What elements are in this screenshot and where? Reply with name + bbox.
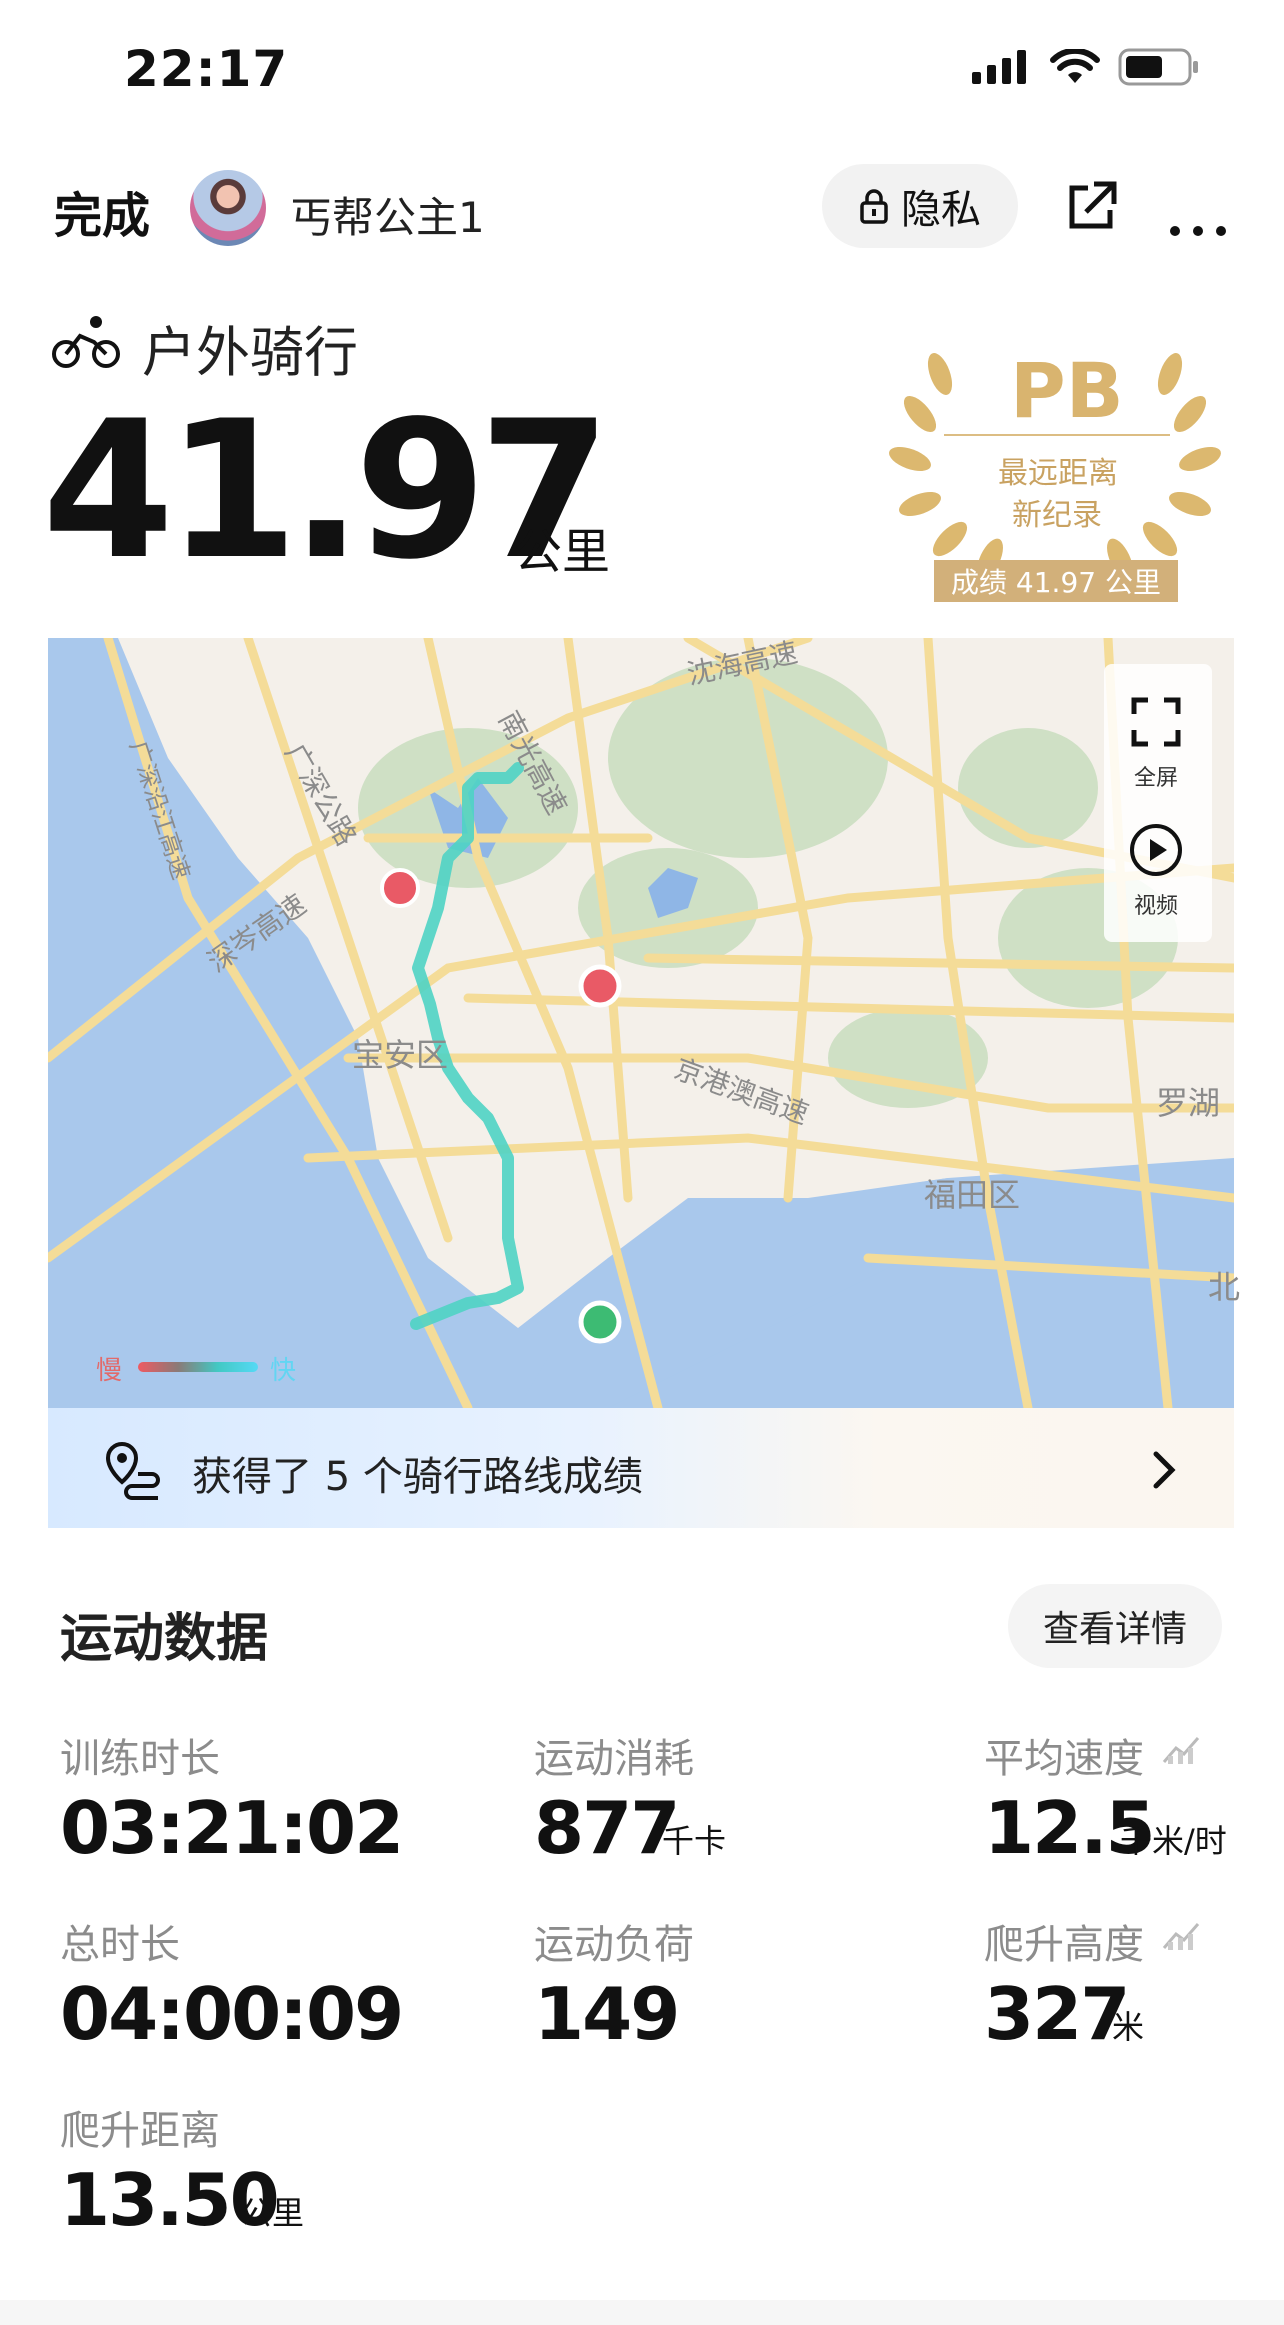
load-value: 149: [534, 1972, 680, 2056]
bike-icon: [52, 316, 120, 368]
lock-icon: [860, 189, 888, 224]
training-time-label: 训练时长: [60, 1736, 220, 1782]
play-video-icon[interactable]: [1128, 822, 1184, 878]
route-pin-icon: [105, 1441, 160, 1500]
fullscreen-label[interactable]: 全屏: [1134, 760, 1178, 792]
pb-record-label: 新纪录: [1012, 498, 1102, 533]
distance-unit: 公里: [514, 524, 611, 580]
map-label-luohu: 罗湖: [1156, 1084, 1221, 1122]
share-icon[interactable]: [1064, 178, 1120, 234]
elevation-value: 327: [984, 1972, 1130, 2056]
chart-trend-icon[interactable]: [1162, 1732, 1202, 1766]
pb-record-type: 最远距离: [998, 456, 1118, 491]
calories-label: 运动消耗: [534, 1736, 694, 1782]
pb-title: PB: [1010, 346, 1124, 435]
fullscreen-icon[interactable]: [1130, 696, 1182, 748]
bottom-divider: [0, 2300, 1284, 2325]
status-icons: [972, 48, 1200, 86]
status-time: 22:17: [124, 40, 289, 98]
route-map[interactable]: [48, 638, 1234, 1408]
climb-distance-unit: 公里: [240, 2194, 305, 2232]
done-button[interactable]: 完成: [54, 176, 150, 246]
section-title: 运动数据: [60, 1609, 269, 1669]
chart-trend-icon[interactable]: [1162, 1918, 1202, 1952]
map-label-futian: 福田区: [924, 1176, 1021, 1214]
elevation-label: 爬升高度: [984, 1922, 1144, 1968]
climb-distance-label: 爬升距离: [60, 2108, 220, 2154]
route-achievements-text: 获得了 5 个骑行路线成绩: [192, 1454, 643, 1500]
map-label-baoan: 宝安区: [352, 1036, 449, 1074]
more-icon[interactable]: [1168, 202, 1228, 248]
activity-type: 户外骑行: [142, 321, 358, 384]
avatar[interactable]: [190, 170, 266, 246]
privacy-label: 隐私: [901, 187, 981, 233]
chevron-right-icon: [1153, 1451, 1176, 1489]
training-time-value: 03:21:02: [60, 1786, 404, 1870]
total-time-value: 04:00:09: [60, 1972, 404, 2056]
avg-speed-unit: 千米/时: [1120, 1822, 1227, 1860]
username[interactable]: 丐帮公主1: [290, 184, 485, 245]
pb-divider: [944, 434, 1170, 436]
legend-fast: 快: [270, 1356, 297, 1386]
pb-score: 成绩 41.97 公里: [934, 560, 1178, 602]
elevation-unit: 米: [1112, 2008, 1145, 2046]
load-label: 运动负荷: [534, 1922, 694, 1968]
legend-slow: 慢: [96, 1356, 123, 1386]
wifi-icon: [1050, 49, 1100, 83]
video-label[interactable]: 视频: [1134, 888, 1178, 920]
start-marker: [578, 1300, 622, 1344]
total-time-label: 总时长: [60, 1922, 180, 1968]
speed-legend-bar: [138, 1362, 258, 1372]
view-details-button[interactable]: 查看详情: [1008, 1584, 1222, 1668]
calories-unit: 千卡: [662, 1822, 727, 1860]
privacy-button[interactable]: 隐私: [822, 164, 1018, 248]
map-label-bei: 北: [1208, 1268, 1241, 1306]
avg-speed-label: 平均速度: [984, 1736, 1144, 1782]
end-marker: [578, 964, 622, 1008]
battery-icon: [1118, 48, 1198, 86]
calories-value: 877: [534, 1786, 680, 1870]
signal-icon: [972, 50, 1026, 84]
